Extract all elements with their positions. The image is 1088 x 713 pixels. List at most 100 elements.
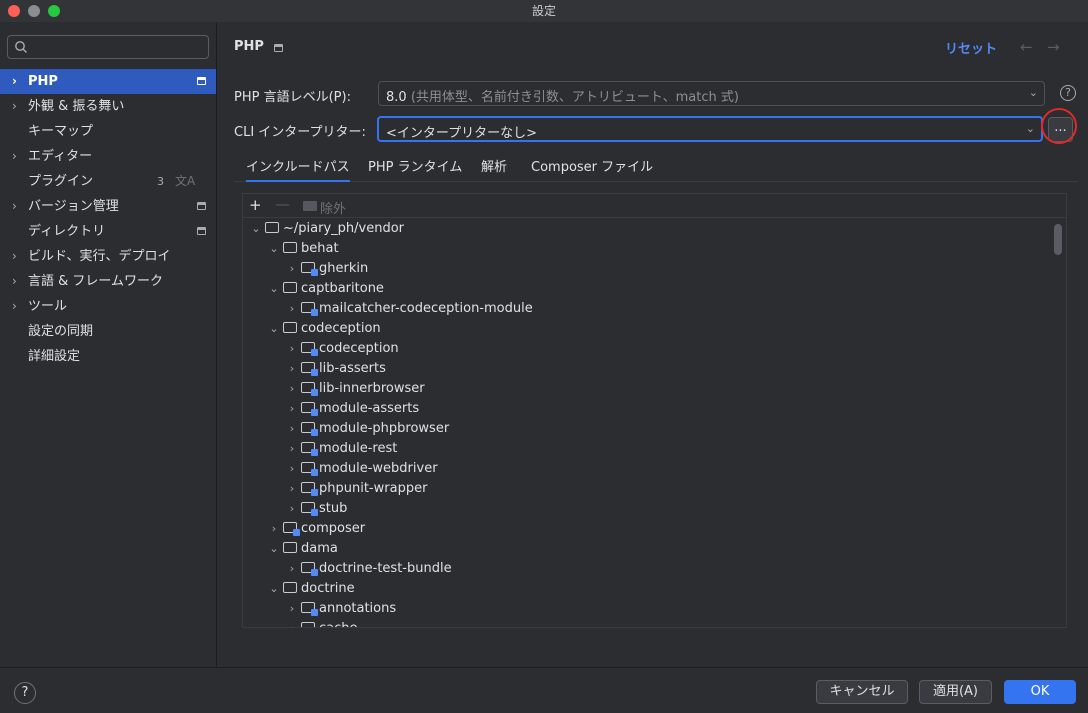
tree-row[interactable]: › composer	[265, 519, 365, 539]
tree-row[interactable]: ⌄ behat	[265, 239, 338, 259]
tree-row[interactable]: ⌄ codeception	[265, 319, 380, 339]
chevron-down-icon[interactable]: ⌄	[247, 219, 265, 239]
remove-icon[interactable]: —	[275, 195, 290, 213]
reset-link[interactable]: リセット	[945, 38, 997, 57]
maximize-window-button[interactable]	[48, 5, 60, 17]
chevron-right-icon[interactable]: ›	[283, 259, 301, 279]
chevron-right-icon[interactable]: ›	[283, 299, 301, 319]
sidebar-item-settings-sync[interactable]: 設定の同期	[0, 319, 216, 344]
search-icon	[15, 41, 27, 53]
chevron-right-icon[interactable]: ›	[12, 144, 17, 169]
sidebar-item-keymap[interactable]: キーマップ	[0, 119, 216, 144]
chevron-right-icon[interactable]: ›	[283, 459, 301, 479]
sidebar-item-version-control[interactable]: › バージョン管理	[0, 194, 216, 219]
chevron-down-icon[interactable]: ⌄	[265, 279, 283, 299]
chevron-right-icon[interactable]: ›	[12, 69, 17, 94]
sidebar-item-languages[interactable]: › 言語 & フレームワーク	[0, 269, 216, 294]
sidebar-item-label: 設定の同期	[28, 324, 94, 339]
tree-row[interactable]: › doctrine-test-bundle	[283, 559, 452, 579]
tree-row[interactable]: › mailcatcher-codeception-module	[283, 299, 533, 319]
tree-row[interactable]: ›cache	[283, 619, 358, 627]
chevron-right-icon[interactable]: ›	[283, 499, 301, 519]
sidebar-item-label: 外観 & 振る舞い	[28, 99, 125, 114]
chevron-right-icon[interactable]: ›	[283, 599, 301, 619]
chevron-right-icon[interactable]: ›	[283, 379, 301, 399]
chevron-down-icon[interactable]: ⌄	[265, 579, 283, 599]
tree-row[interactable]: › phpunit-wrapper	[283, 479, 427, 499]
tree-row[interactable]: › lib-asserts	[283, 359, 386, 379]
tree-row[interactable]: › lib-innerbrowser	[283, 379, 425, 399]
back-arrow-icon[interactable]: ←	[1020, 38, 1033, 56]
sidebar-item-appearance[interactable]: › 外観 & 振る舞い	[0, 94, 216, 119]
chevron-right-icon[interactable]: ›	[12, 94, 17, 119]
tree-row[interactable]: ⌄ dama	[265, 539, 337, 559]
tab-php-runtime[interactable]: PHP ランタイム	[368, 156, 462, 182]
project-scope-icon	[274, 44, 283, 52]
sidebar-item-php[interactable]: › PHP	[0, 69, 216, 94]
language-level-label: PHP 言語レベル(P):	[234, 90, 351, 105]
close-window-button[interactable]	[8, 5, 20, 17]
tab-bar: インクルードパス PHP ランタイム 解析 Composer ファイル	[234, 152, 1078, 182]
tree-row[interactable]: › module-phpbrowser	[283, 419, 449, 439]
tree-row[interactable]: › stub	[283, 499, 347, 519]
language-level-select[interactable]: 8.0 (共用体型、名前付き引数、アトリビュート、match 式) ⌄	[378, 81, 1045, 106]
chevron-right-icon[interactable]: ›	[283, 479, 301, 499]
title-bar: 設定	[0, 0, 1088, 22]
tree-scrollbar[interactable]	[1054, 224, 1062, 255]
add-icon[interactable]: +	[249, 196, 262, 214]
dialog-footer: ? キャンセル 適用(A) OK	[0, 667, 1088, 713]
chevron-right-icon[interactable]: ›	[283, 399, 301, 419]
tree-row[interactable]: › module-rest	[283, 439, 397, 459]
help-button[interactable]: ?	[14, 682, 36, 704]
tree-row[interactable]: › gherkin	[283, 259, 368, 279]
forward-arrow-icon[interactable]: →	[1047, 38, 1060, 56]
project-scope-icon	[197, 202, 206, 210]
chevron-right-icon[interactable]: ›	[283, 359, 301, 379]
chevron-right-icon[interactable]: ›	[283, 339, 301, 359]
chevron-right-icon[interactable]: ›	[12, 244, 17, 269]
apply-button[interactable]: 適用(A)	[919, 680, 992, 704]
tab-include-path[interactable]: インクルードパス	[246, 156, 350, 182]
tree-row[interactable]: › codeception	[283, 339, 399, 359]
chevron-right-icon[interactable]: ›	[283, 559, 301, 579]
sidebar-item-tools[interactable]: › ツール	[0, 294, 216, 319]
settings-search-input[interactable]	[7, 35, 209, 59]
library-folder-icon	[301, 602, 318, 616]
chevron-down-icon[interactable]: ⌄	[265, 239, 283, 259]
sidebar-item-plugins[interactable]: プラグイン 3 文A	[0, 169, 216, 194]
tree-row[interactable]: › module-webdriver	[283, 459, 438, 479]
chevron-right-icon[interactable]: ›	[283, 619, 301, 627]
chevron-down-icon[interactable]: ⌄	[265, 539, 283, 559]
tree-row[interactable]: ⌄ ~/piary_ph/vendor	[247, 219, 404, 239]
cancel-button[interactable]: キャンセル	[816, 680, 908, 704]
highlight-circle	[1041, 108, 1077, 144]
minimize-window-button[interactable]	[28, 5, 40, 17]
tree-row[interactable]: › module-asserts	[283, 399, 419, 419]
folder-icon	[283, 582, 297, 593]
tab-analysis[interactable]: 解析	[481, 156, 507, 182]
help-icon[interactable]: ?	[1060, 85, 1076, 101]
folder-icon	[283, 242, 297, 253]
plugins-update-count: 3	[157, 175, 164, 188]
tree-row[interactable]: ⌄ doctrine	[265, 579, 354, 599]
tree-row[interactable]: ⌄ captbaritone	[265, 279, 384, 299]
sidebar-item-directories[interactable]: ディレクトリ	[0, 219, 216, 244]
tree-row[interactable]: › annotations	[283, 599, 396, 619]
folder-icon	[265, 222, 279, 233]
chevron-right-icon[interactable]: ›	[283, 419, 301, 439]
tab-composer-files[interactable]: Composer ファイル	[531, 156, 653, 182]
chevron-down-icon[interactable]: ⌄	[265, 319, 283, 339]
chevron-right-icon[interactable]: ›	[12, 294, 17, 319]
window-title: 設定	[531, 4, 556, 18]
chevron-right-icon[interactable]: ›	[12, 269, 17, 294]
sidebar-item-editor[interactable]: › エディター	[0, 144, 216, 169]
sidebar-item-build[interactable]: › ビルド、実行、デプロイ	[0, 244, 216, 269]
cli-interpreter-select[interactable]: <インタープリターなし> ⌄	[377, 116, 1043, 142]
chevron-right-icon[interactable]: ›	[12, 194, 17, 219]
include-path-tree: ⌄ ~/piary_ph/vendor ⌄ behat › gherkin ⌄ capt…	[243, 219, 1053, 627]
exclude-button[interactable]: 除外	[320, 198, 346, 217]
sidebar-item-advanced[interactable]: 詳細設定	[0, 344, 216, 369]
chevron-right-icon[interactable]: ›	[283, 439, 301, 459]
ok-button[interactable]: OK	[1004, 680, 1076, 704]
chevron-right-icon[interactable]: ›	[265, 519, 283, 539]
